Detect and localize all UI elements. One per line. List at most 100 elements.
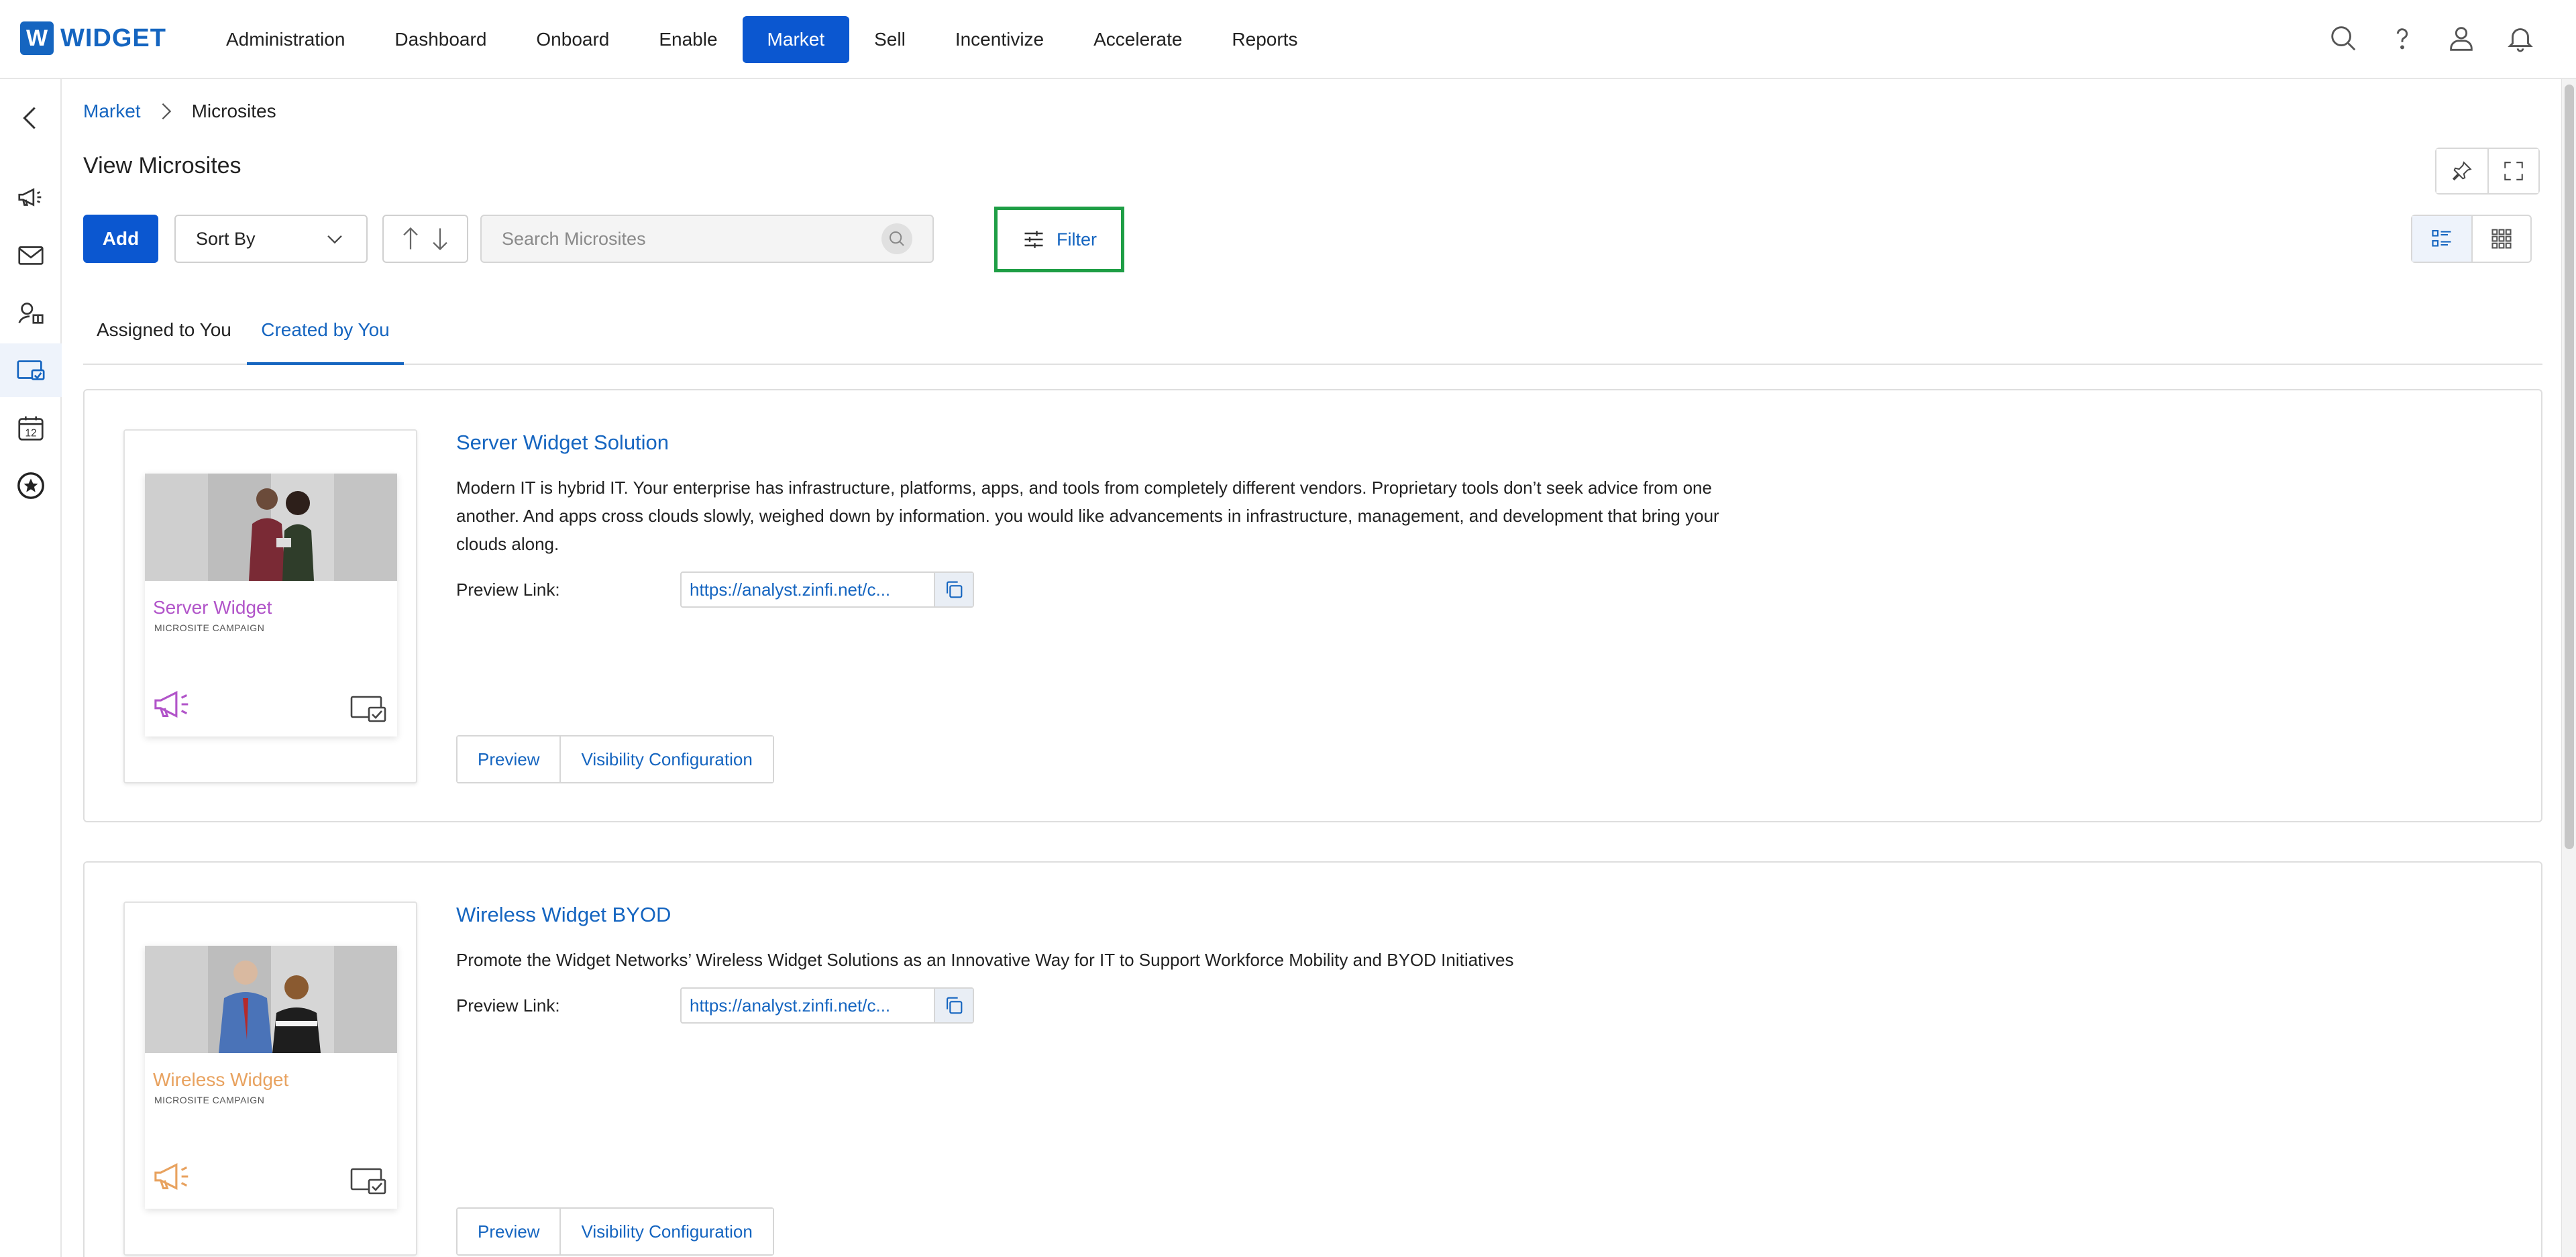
preview-link-box: https://analyst.zinfi.net/c... <box>680 571 974 608</box>
thumbnail-title: Server Widget <box>153 597 272 618</box>
thumbnail-preview: Server Widget MICROSITE CAMPAIGN <box>145 474 397 736</box>
top-navigation-bar: W WIDGET Administration Dashboard Onboar… <box>0 0 2576 79</box>
nav-market[interactable]: Market <box>742 16 850 63</box>
grid-view-icon <box>2491 229 2512 249</box>
people-photo-icon <box>219 961 321 1053</box>
fullscreen-button[interactable] <box>2487 149 2538 193</box>
vertical-scrollbar[interactable] <box>2561 79 2576 1257</box>
microsite-thumbnail[interactable]: Server Widget MICROSITE CAMPAIGN <box>123 429 417 783</box>
preview-button[interactable]: Preview <box>458 1209 560 1254</box>
tab-bar: Assigned to You Created by You <box>83 311 2542 365</box>
copy-link-button[interactable] <box>934 989 973 1022</box>
thumbnail-subtitle: MICROSITE CAMPAIGN <box>154 1095 265 1105</box>
breadcrumb: Market Microsites <box>83 101 276 122</box>
sidebar-item-calendar[interactable]: 12 <box>0 401 62 455</box>
sort-direction-button[interactable] <box>382 215 468 263</box>
nav-accelerate[interactable]: Accelerate <box>1069 16 1207 63</box>
preview-link-row: Preview Link: https://analyst.zinfi.net/… <box>456 571 974 608</box>
search-icon <box>890 231 904 246</box>
nav-incentivize[interactable]: Incentivize <box>930 16 1069 63</box>
top-icons <box>2328 23 2536 54</box>
microsite-card: Server Widget MICROSITE CAMPAIGN Server … <box>83 389 2542 822</box>
breadcrumb-market-link[interactable]: Market <box>83 101 141 122</box>
search-box <box>480 215 934 263</box>
microsite-thumbnail[interactable]: Wireless Widget MICROSITE CAMPAIGN <box>123 901 417 1256</box>
calendar-day-number: 12 <box>25 427 36 439</box>
pin-button[interactable] <box>2436 149 2487 193</box>
page-title: View Microsites <box>83 153 241 178</box>
filter-button[interactable]: Filter <box>994 207 1124 272</box>
nav-administration[interactable]: Administration <box>201 16 370 63</box>
microsite-card: Wireless Widget MICROSITE CAMPAIGN Wirel… <box>83 861 2542 1257</box>
list-view-icon <box>2432 229 2451 247</box>
nav-reports[interactable]: Reports <box>1207 16 1322 63</box>
arrow-down-icon <box>433 228 447 251</box>
microsite-icon <box>17 360 45 380</box>
calendar-icon: 12 <box>18 416 44 441</box>
add-button[interactable]: Add <box>83 215 158 263</box>
microsite-icon <box>350 696 386 722</box>
chevron-down-icon <box>327 235 342 244</box>
view-toggle <box>2411 215 2532 263</box>
microsite-description: Modern IT is hybrid IT. Your enterprise … <box>456 478 1719 554</box>
sidebar-item-email[interactable] <box>0 228 62 282</box>
sliders-icon <box>1024 231 1043 248</box>
preview-link-box: https://analyst.zinfi.net/c... <box>680 987 974 1024</box>
mail-icon <box>18 246 44 265</box>
preview-link[interactable]: https://analyst.zinfi.net/c... <box>682 580 934 600</box>
copy-link-button[interactable] <box>934 573 973 606</box>
user-icon[interactable] <box>2446 23 2477 54</box>
preview-link-label: Preview Link: <box>456 579 560 600</box>
visibility-configuration-button[interactable]: Visibility Configuration <box>559 736 773 782</box>
sidebar-item-incentives[interactable] <box>0 286 62 339</box>
sidebar-item-campaigns[interactable] <box>0 170 62 224</box>
nav-onboard[interactable]: Onboard <box>511 16 634 63</box>
microsite-title-link[interactable]: Server Widget Solution <box>456 431 669 455</box>
nav-enable[interactable]: Enable <box>634 16 742 63</box>
gift-icon <box>18 303 44 324</box>
main-nav: Administration Dashboard Onboard Enable … <box>201 16 1322 63</box>
sidebar-collapse-button[interactable] <box>0 91 62 145</box>
thumbnail-title: Wireless Widget <box>153 1069 289 1090</box>
sidebar-item-rewards[interactable] <box>0 459 62 512</box>
brand-logo[interactable]: W WIDGET <box>20 21 166 55</box>
nav-sell[interactable]: Sell <box>849 16 930 63</box>
arrow-up-icon <box>403 227 418 250</box>
help-icon[interactable] <box>2387 23 2418 54</box>
microsite-icon <box>350 1168 386 1195</box>
microsite-title-link[interactable]: Wireless Widget BYOD <box>456 903 671 927</box>
thumbnail-subtitle: MICROSITE CAMPAIGN <box>154 622 265 633</box>
breadcrumb-current: Microsites <box>191 101 276 121</box>
search-submit-button[interactable] <box>881 223 912 254</box>
fullscreen-icon <box>2504 162 2523 180</box>
bell-icon[interactable] <box>2505 23 2536 54</box>
logo-mark: W <box>20 21 54 55</box>
scrollbar-thumb[interactable] <box>2565 85 2574 849</box>
megaphone-icon <box>154 1163 189 1190</box>
tab-assigned-to-you[interactable]: Assigned to You <box>97 311 231 365</box>
list-view-button[interactable] <box>2412 216 2471 262</box>
pin-icon <box>2452 161 2472 181</box>
preview-link-label: Preview Link: <box>456 995 560 1016</box>
nav-dashboard[interactable]: Dashboard <box>370 16 511 63</box>
star-badge-icon <box>17 472 44 499</box>
preview-link[interactable]: https://analyst.zinfi.net/c... <box>682 995 934 1016</box>
sidebar-item-microsites[interactable] <box>0 343 62 397</box>
sort-by-select[interactable]: Sort By <box>174 215 368 263</box>
tab-created-by-you[interactable]: Created by You <box>247 311 404 365</box>
copy-icon <box>947 581 963 598</box>
chevron-right-icon <box>162 103 171 120</box>
grid-view-button[interactable] <box>2471 216 2530 262</box>
megaphone-icon <box>154 691 189 718</box>
left-sidebar: 12 <box>0 79 62 1257</box>
visibility-configuration-button[interactable]: Visibility Configuration <box>559 1209 773 1254</box>
thumbnail-preview: Wireless Widget MICROSITE CAMPAIGN <box>145 946 397 1209</box>
copy-icon <box>947 997 963 1014</box>
logo-text: WIDGET <box>60 23 166 52</box>
page-actions <box>2435 148 2540 195</box>
search-input[interactable] <box>502 228 877 250</box>
preview-button[interactable]: Preview <box>458 736 560 782</box>
megaphone-icon <box>18 188 42 207</box>
search-icon[interactable] <box>2328 23 2359 54</box>
microsite-actions: Preview Visibility Configuration <box>456 735 774 783</box>
